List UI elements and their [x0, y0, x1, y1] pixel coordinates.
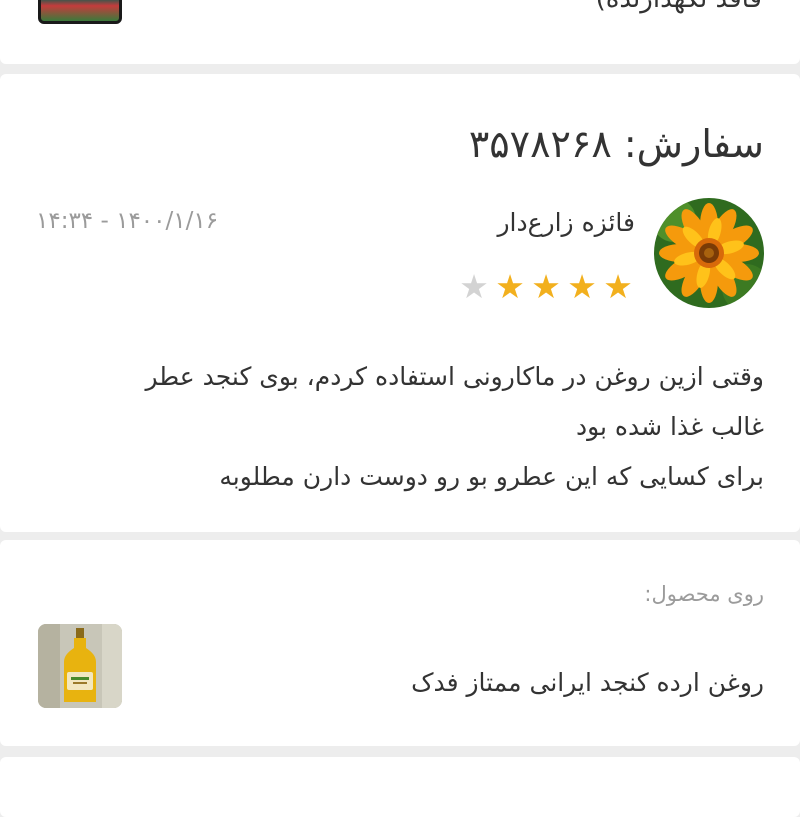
previous-product-thumbnail[interactable] — [38, 0, 122, 24]
star-icon: ★ — [459, 267, 489, 306]
product-thumbnail[interactable] — [38, 624, 122, 708]
avatar — [654, 198, 764, 308]
review-card: سفارش: ۳۵۷۸۲۶۸ ۱۴:۳۴ - ۱۴۰۰/۱/۱۶ فائزه ز… — [0, 74, 800, 532]
about-product-label: روی محصول: — [644, 582, 764, 606]
reviewer-name: فائزه زارع‌دار — [497, 208, 635, 237]
star-icon: ★ — [495, 267, 525, 306]
product-name[interactable]: روغن ارده کنجد ایرانی ممتاز فدک — [411, 668, 764, 697]
order-number: سفارش: ۳۵۷۸۲۶۸ — [468, 122, 764, 166]
next-review-card — [0, 757, 800, 817]
star-icon: ★ — [531, 267, 561, 306]
star-icon: ★ — [567, 267, 597, 306]
sunflower-avatar-image — [654, 198, 764, 308]
review-line: وقتی ازین روغن در ماکارونی استفاده کردم،… — [145, 362, 764, 391]
previous-review-text: فاقد نگهدارنده) — [596, 0, 762, 14]
previous-review-card: فاقد نگهدارنده) — [0, 0, 800, 64]
review-line: غالب غذا شده بود — [575, 412, 764, 441]
review-line: برای کسایی که این عطرو بو رو دوست دارن م… — [219, 462, 764, 491]
rating-stars: ★ ★ ★ ★ ★ — [457, 270, 635, 303]
oil-bottle-image — [38, 624, 122, 708]
review-body: وقتی ازین روغن در ماکارونی استفاده کردم،… — [34, 352, 764, 502]
product-card[interactable]: روی محصول: روغن ارده کنجد ایرانی ممتاز ف… — [0, 540, 800, 746]
review-datetime: ۱۴:۳۴ - ۱۴۰۰/۱/۱۶ — [36, 208, 219, 234]
star-icon: ★ — [603, 267, 633, 306]
